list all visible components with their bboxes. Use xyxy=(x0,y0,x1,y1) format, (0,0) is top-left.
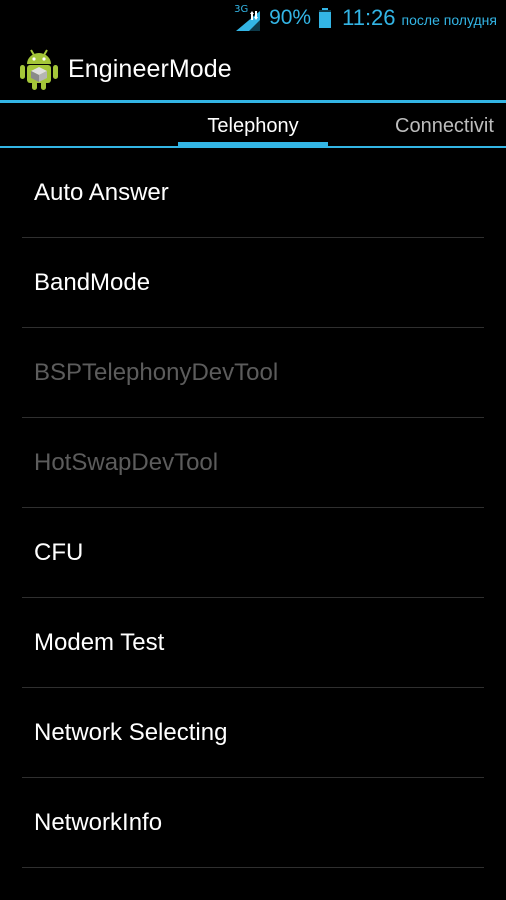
list-item-network-selecting[interactable]: Network Selecting xyxy=(22,688,484,778)
tab-strip: Telephony Connectivit xyxy=(0,103,506,146)
list-item-label: BSPTelephonyDevTool xyxy=(34,359,279,386)
list-item-modem-test[interactable]: Modem Test xyxy=(22,598,484,688)
list-item-auto-answer[interactable]: Auto Answer xyxy=(22,148,484,238)
list-item-label: Auto Answer xyxy=(34,179,169,206)
action-bar: EngineerMode xyxy=(0,36,506,100)
battery-percent: 90% xyxy=(269,6,312,29)
tab-telephony[interactable]: Telephony xyxy=(178,103,328,146)
list-divider xyxy=(22,867,484,868)
clock: 11:26 xyxy=(342,5,396,30)
list-item-label: NetworkInfo xyxy=(34,809,163,836)
list-item-cfu[interactable]: CFU xyxy=(22,508,484,598)
list-item-bsp-telephony-dev-tool: BSPTelephonyDevTool xyxy=(22,328,484,418)
screen: 3G 90% 11:26 после полудня EngineerMode … xyxy=(0,0,506,900)
status-indicators: 3G 90% 11:26 после полудня xyxy=(234,4,497,32)
android-robot-icon[interactable] xyxy=(20,48,58,90)
settings-list: Auto Answer BandMode BSPTelephonyDevTool… xyxy=(0,148,506,868)
list-item-bandmode[interactable]: BandMode xyxy=(22,238,484,328)
list-item-label: Network Selecting xyxy=(34,719,228,746)
list-item-label: CFU xyxy=(34,539,84,566)
list-item-label: HotSwapDevTool xyxy=(34,449,219,476)
signal-indicator: 3G xyxy=(234,4,262,31)
list-item-network-info[interactable]: NetworkInfo xyxy=(22,778,484,868)
list-item-hot-swap-dev-tool: HotSwapDevTool xyxy=(22,418,484,508)
list-item-label: Modem Test xyxy=(34,629,165,656)
tab-connectivity[interactable]: Connectivit xyxy=(395,103,494,146)
list-item-label: BandMode xyxy=(34,269,151,296)
clock-ampm: после полудня xyxy=(401,12,497,28)
signal-icon xyxy=(236,11,261,31)
battery-icon xyxy=(319,8,332,28)
status-bar: 3G 90% 11:26 после полудня xyxy=(0,0,506,36)
app-title: EngineerMode xyxy=(68,55,232,83)
